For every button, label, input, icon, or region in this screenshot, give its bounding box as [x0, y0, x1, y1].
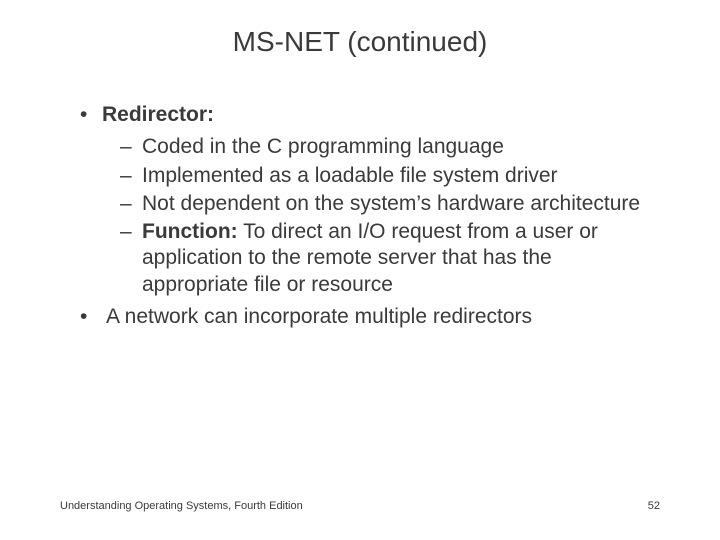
sub-bullet-4: Function: To direct an I/O request from … — [118, 219, 660, 298]
sub-bullet-2: Implemented as a loadable file system dr… — [118, 163, 660, 189]
sub-bullet-4-bold: Function: — [142, 220, 238, 243]
sub-bullet-list: Coded in the C programming language Impl… — [118, 134, 660, 298]
slide-title: MS-NET (continued) — [60, 26, 660, 58]
bullet-redirector: Redirector: Coded in the C programming l… — [78, 102, 660, 298]
sub-bullet-1: Coded in the C programming language — [118, 134, 660, 160]
bullet-redirector-label: Redirector: — [102, 103, 214, 126]
page-number: 52 — [648, 500, 660, 512]
footer-text: Understanding Operating Systems, Fourth … — [60, 500, 303, 512]
slide: MS-NET (continued) Redirector: Coded in … — [0, 0, 720, 540]
bullet-multiple-redirectors: A network can incorporate multiple redir… — [78, 304, 660, 330]
slide-content: Redirector: Coded in the C programming l… — [60, 102, 660, 330]
sub-bullet-3: Not dependent on the system’s hardware a… — [118, 191, 660, 217]
bullet-list: Redirector: Coded in the C programming l… — [78, 102, 660, 330]
